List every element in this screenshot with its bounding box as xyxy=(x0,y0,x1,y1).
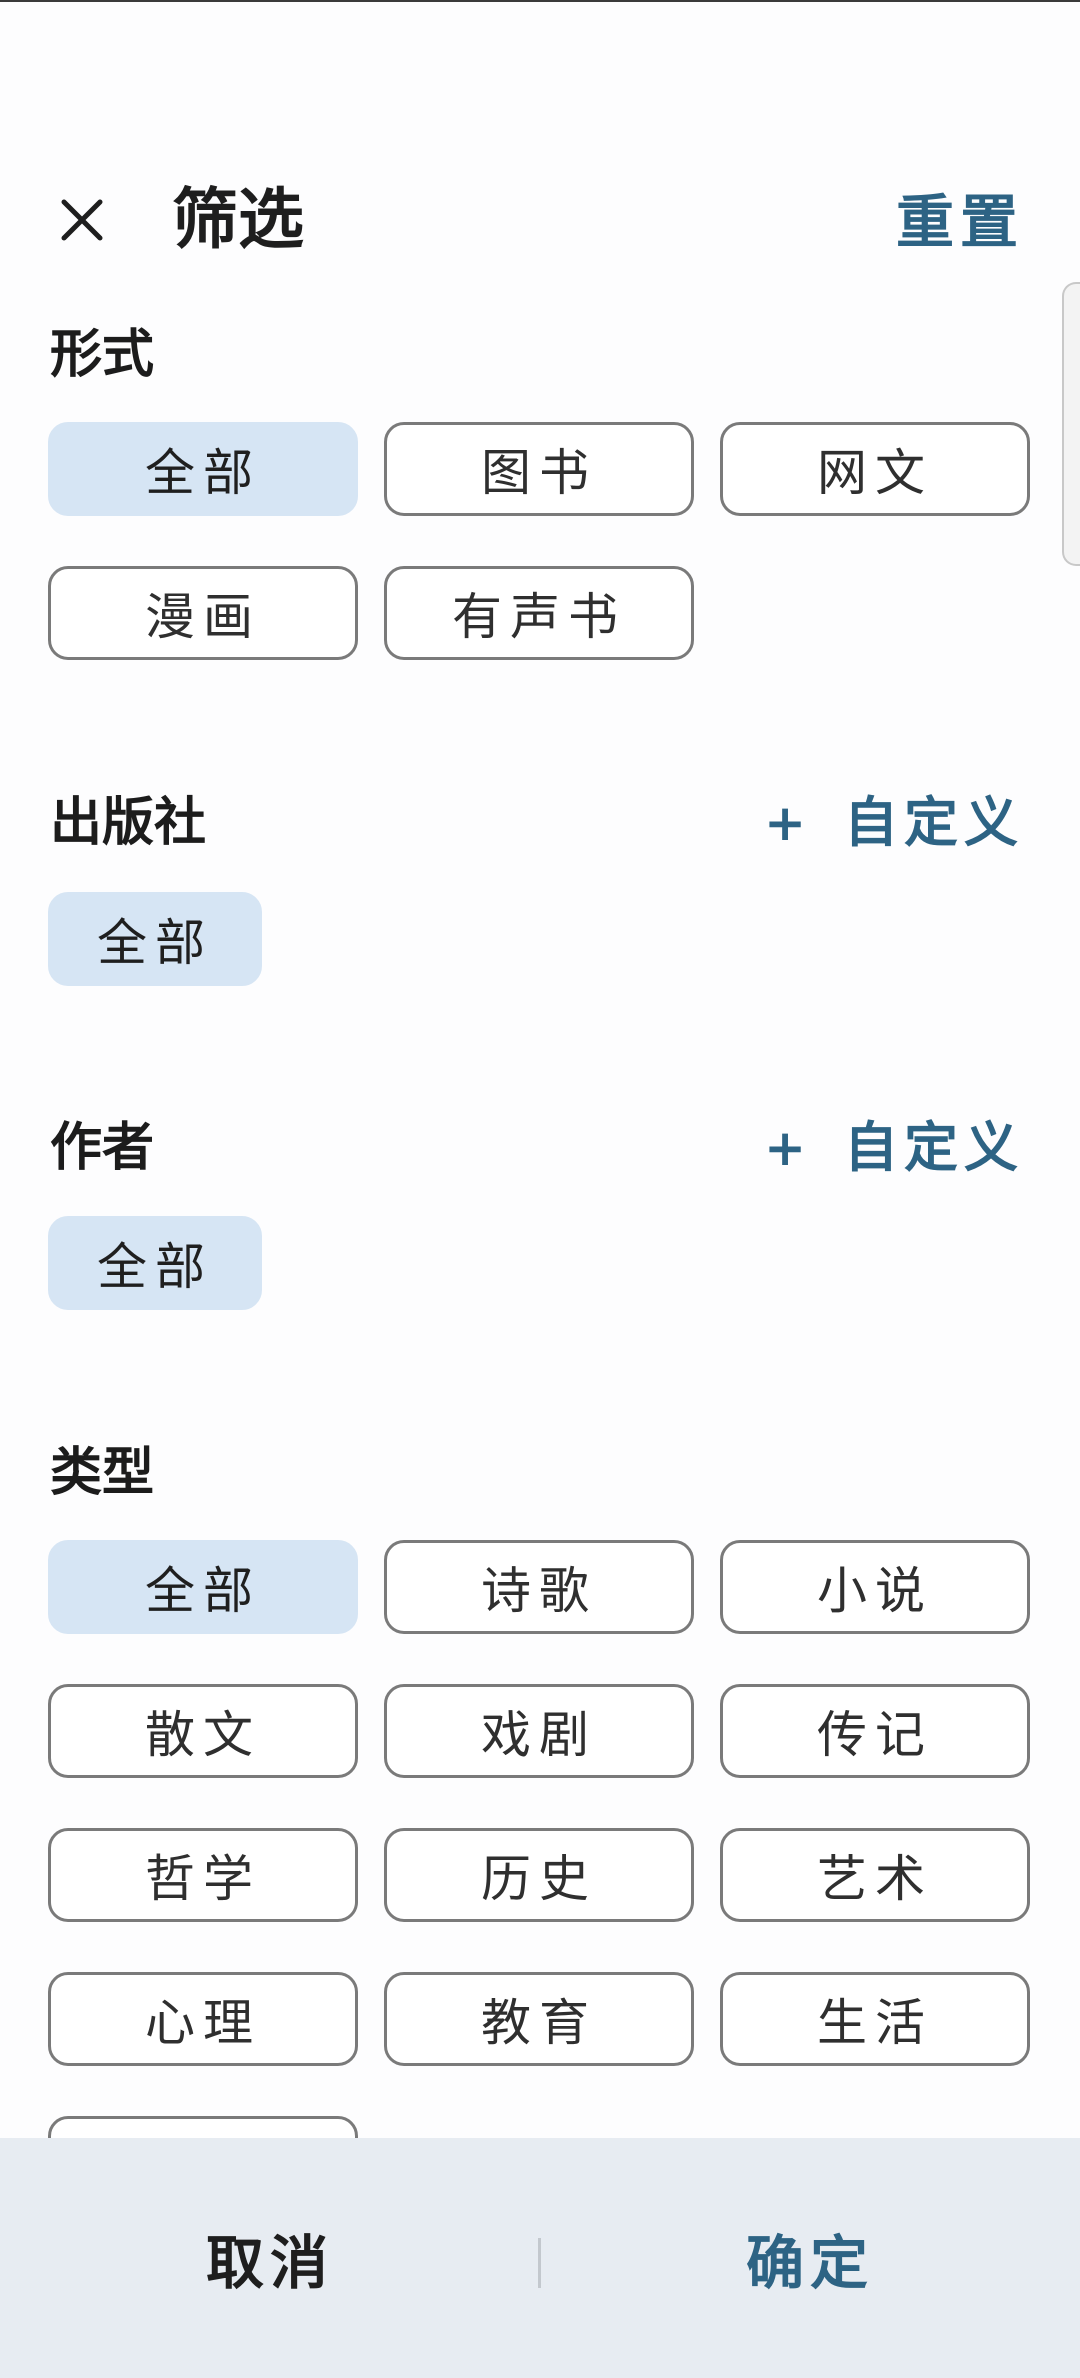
chip-format-comic[interactable]: 漫画 xyxy=(48,566,358,660)
author-custom-button[interactable]: + 自定义 xyxy=(764,1115,1024,1181)
cancel-button[interactable]: 取消 xyxy=(0,2138,540,2378)
chip-genre-novel[interactable]: 小说 xyxy=(720,1540,1030,1634)
chip-genre-all[interactable]: 全部 xyxy=(48,1540,358,1634)
close-button[interactable] xyxy=(50,188,114,252)
chip-format-webnovel[interactable]: 网文 xyxy=(720,422,1030,516)
chip-genre-psychology[interactable]: 心理 xyxy=(48,1972,358,2066)
confirm-button[interactable]: 确定 xyxy=(540,2138,1080,2378)
close-icon xyxy=(61,199,103,241)
chip-genre-philosophy[interactable]: 哲学 xyxy=(48,1828,358,1922)
publisher-custom-label: 自定义 xyxy=(844,791,1024,854)
author-custom-label: 自定义 xyxy=(844,1116,1024,1179)
filter-page: 筛选 重置 形式 全部 图书 网文 漫画 有声书 出版社 + 自定义 全部 作者… xyxy=(0,0,1080,2378)
section-title-format: 形式 xyxy=(50,325,155,385)
chip-genre-history[interactable]: 历史 xyxy=(384,1828,694,1922)
scrollbar-handle[interactable] xyxy=(1062,282,1080,566)
section-title-genre: 类型 xyxy=(50,1443,155,1503)
chip-format-audiobook[interactable]: 有声书 xyxy=(384,566,694,660)
chip-genre-poetry[interactable]: 诗歌 xyxy=(384,1540,694,1634)
chip-genre-drama[interactable]: 戏剧 xyxy=(384,1684,694,1778)
chip-genre-biography[interactable]: 传记 xyxy=(720,1684,1030,1778)
chip-format-all[interactable]: 全部 xyxy=(48,422,358,516)
chip-author-all[interactable]: 全部 xyxy=(48,1216,262,1310)
chip-genre-education[interactable]: 教育 xyxy=(384,1972,694,2066)
status-divider xyxy=(0,0,1080,2)
chip-publisher-all[interactable]: 全部 xyxy=(48,892,262,986)
section-title-author: 作者 xyxy=(50,1118,155,1178)
bottom-action-bar: 取消 确定 xyxy=(0,2138,1080,2378)
page-title: 筛选 xyxy=(172,181,304,258)
plus-icon: + xyxy=(764,794,812,852)
chip-genre-lifestyle[interactable]: 生活 xyxy=(720,1972,1030,2066)
publisher-custom-button[interactable]: + 自定义 xyxy=(764,790,1024,856)
section-title-publisher: 出版社 xyxy=(50,793,207,853)
chip-genre-prose[interactable]: 散文 xyxy=(48,1684,358,1778)
filter-header: 筛选 重置 xyxy=(0,170,1080,270)
reset-button[interactable]: 重置 xyxy=(896,184,1024,260)
chip-genre-art[interactable]: 艺术 xyxy=(720,1828,1030,1922)
chip-format-book[interactable]: 图书 xyxy=(384,422,694,516)
plus-icon: + xyxy=(764,1119,812,1177)
